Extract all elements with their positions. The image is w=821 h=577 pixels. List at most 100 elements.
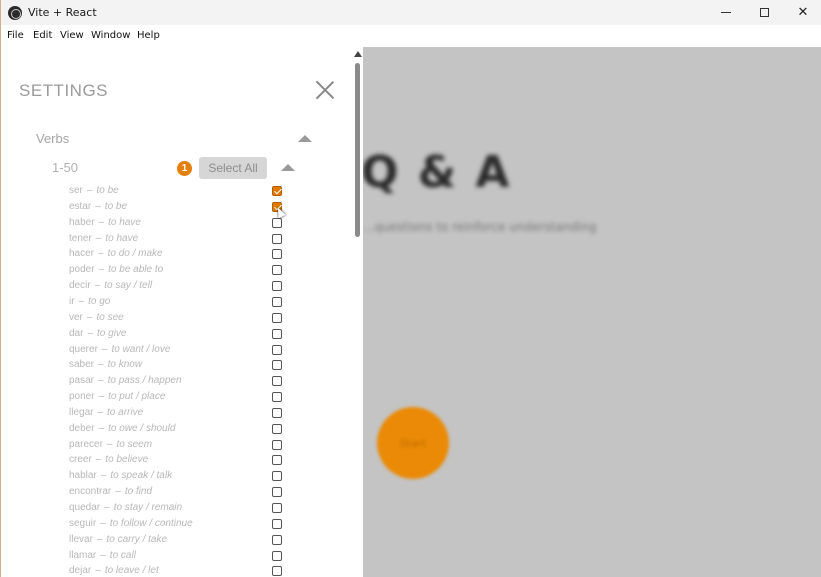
verb-meaning: to carry / take xyxy=(106,533,168,545)
verb-checkbox[interactable] xyxy=(272,534,282,545)
verb-row[interactable]: haber – to have xyxy=(1,216,341,232)
verb-meaning: to give xyxy=(97,327,127,339)
verb-word: saber xyxy=(69,359,95,371)
verb-row[interactable]: decir – to say / tell xyxy=(1,279,341,295)
verb-row[interactable]: hablar – to speak / talk xyxy=(1,469,341,485)
verb-row[interactable]: tener – to have xyxy=(1,232,341,248)
verb-row[interactable]: pasar – to pass / happen xyxy=(1,374,341,390)
window-title: Vite + React xyxy=(28,6,97,19)
verb-meaning: to do / make xyxy=(107,248,163,260)
verb-checkbox[interactable] xyxy=(272,217,282,228)
scrollbar[interactable] xyxy=(352,47,363,577)
scroll-up-icon[interactable] xyxy=(354,51,362,57)
verb-meaning: to owe / should xyxy=(108,422,176,434)
menu-file[interactable]: File xyxy=(7,30,24,41)
collapse-verbs-icon[interactable] xyxy=(298,135,312,142)
verb-meaning: to pass / happen xyxy=(107,375,182,387)
verb-row[interactable]: llevar – to carry / take xyxy=(1,533,341,549)
verb-word: deber xyxy=(69,422,95,434)
verb-separator: – xyxy=(97,406,104,418)
verb-meaning: to know xyxy=(107,359,143,371)
verb-row[interactable]: quedar – to stay / remain xyxy=(1,501,341,517)
verb-row[interactable]: estar – to be xyxy=(1,200,341,216)
verb-checkbox[interactable] xyxy=(272,407,282,418)
close-window-button[interactable]: ✕ xyxy=(783,0,821,25)
verb-row[interactable]: ver – to see xyxy=(1,311,341,327)
verb-checkbox[interactable] xyxy=(272,550,282,561)
verb-label: encontrar – to find xyxy=(69,486,152,497)
verb-row[interactable]: dejar – to leave / let xyxy=(1,564,341,577)
verb-separator: – xyxy=(95,200,101,212)
verb-checkbox[interactable] xyxy=(272,328,282,339)
verb-row[interactable]: poder – to be able to xyxy=(1,263,341,279)
settings-title: SETTINGS xyxy=(19,81,109,100)
verb-checkbox[interactable] xyxy=(272,566,282,577)
verb-row[interactable]: encontrar – to find xyxy=(1,485,341,501)
select-all-button[interactable]: Select All xyxy=(199,157,267,179)
verb-label: ser – to be xyxy=(69,185,119,196)
verb-checkbox[interactable] xyxy=(272,487,282,498)
menu-window[interactable]: Window xyxy=(91,30,130,41)
menu-edit[interactable]: Edit xyxy=(33,30,52,41)
verb-row[interactable]: querer – to want / love xyxy=(1,343,341,359)
verb-checkbox[interactable] xyxy=(272,281,282,292)
page-heading: Q & A xyxy=(363,147,512,198)
verb-row[interactable]: hacer – to do / make xyxy=(1,247,341,263)
verb-meaning: to have xyxy=(105,232,139,244)
verb-checkbox[interactable] xyxy=(272,233,282,244)
verb-checkbox[interactable] xyxy=(272,471,282,482)
verb-row[interactable]: parecer – to seem xyxy=(1,438,341,454)
menu-help[interactable]: Help xyxy=(137,30,160,41)
start-button[interactable]: Start xyxy=(377,407,449,479)
verb-row[interactable]: creer – to believe xyxy=(1,453,341,469)
verb-separator: – xyxy=(98,375,104,387)
verb-row[interactable]: poner – to put / place xyxy=(1,390,341,406)
verb-label: hacer – to do / make xyxy=(69,248,163,259)
verb-label: ir – to go xyxy=(69,296,110,307)
verb-checkbox[interactable] xyxy=(272,392,282,403)
menu-bar: File Edit View Window Help xyxy=(1,25,821,47)
verb-checkbox[interactable] xyxy=(272,312,282,323)
verb-row[interactable]: seguir – to follow / continue xyxy=(1,517,341,533)
section-verbs-label[interactable]: Verbs xyxy=(36,131,69,146)
verb-word: querer xyxy=(69,343,98,355)
verb-checkbox[interactable] xyxy=(272,503,282,513)
maximize-icon xyxy=(759,8,769,17)
verb-meaning: to find xyxy=(124,486,153,498)
verb-row[interactable]: llamar – to call xyxy=(1,549,341,565)
menu-view[interactable]: View xyxy=(60,30,84,41)
verb-separator: – xyxy=(98,359,104,371)
verb-checkbox[interactable] xyxy=(272,344,282,355)
verb-label: decir – to say / tell xyxy=(69,280,152,291)
verb-row[interactable]: saber – to know xyxy=(1,358,341,374)
verb-row[interactable]: llegar – to arrive xyxy=(1,406,341,422)
verb-checkbox[interactable] xyxy=(272,186,282,196)
maximize-button[interactable] xyxy=(744,0,784,25)
verb-word: ver xyxy=(69,311,83,323)
verb-row[interactable]: ser – to be xyxy=(1,184,341,200)
verb-checkbox[interactable] xyxy=(272,360,282,371)
verb-checkbox[interactable] xyxy=(272,455,282,466)
minimize-button[interactable] xyxy=(706,0,746,25)
verb-meaning: to speak / talk xyxy=(110,470,173,482)
verb-separator: – xyxy=(95,454,102,466)
verb-checkbox[interactable] xyxy=(272,518,282,529)
verb-row[interactable]: deber – to owe / should xyxy=(1,422,341,438)
verb-checkbox[interactable] xyxy=(272,249,282,260)
verb-checkbox[interactable] xyxy=(272,423,282,434)
verb-word: dejar xyxy=(69,565,92,577)
verb-checkbox[interactable] xyxy=(272,265,282,276)
collapse-group-icon[interactable] xyxy=(281,164,295,171)
verb-checkbox[interactable] xyxy=(272,296,282,307)
verb-word: llamar xyxy=(69,549,97,561)
settings-panel: SETTINGS Verbs 1-50 1 Select All ser – to … xyxy=(1,47,363,577)
verb-meaning: to want / love xyxy=(111,343,171,355)
verb-checkbox[interactable] xyxy=(272,439,282,450)
verb-checkbox[interactable] xyxy=(272,376,282,387)
close-icon[interactable] xyxy=(315,80,335,100)
group-label[interactable]: 1-50 xyxy=(52,160,78,175)
verb-row[interactable]: ir – to go xyxy=(1,295,341,311)
verb-word: poner xyxy=(69,391,95,403)
verb-row[interactable]: dar – to give xyxy=(1,327,341,343)
scroll-thumb[interactable] xyxy=(355,63,360,237)
